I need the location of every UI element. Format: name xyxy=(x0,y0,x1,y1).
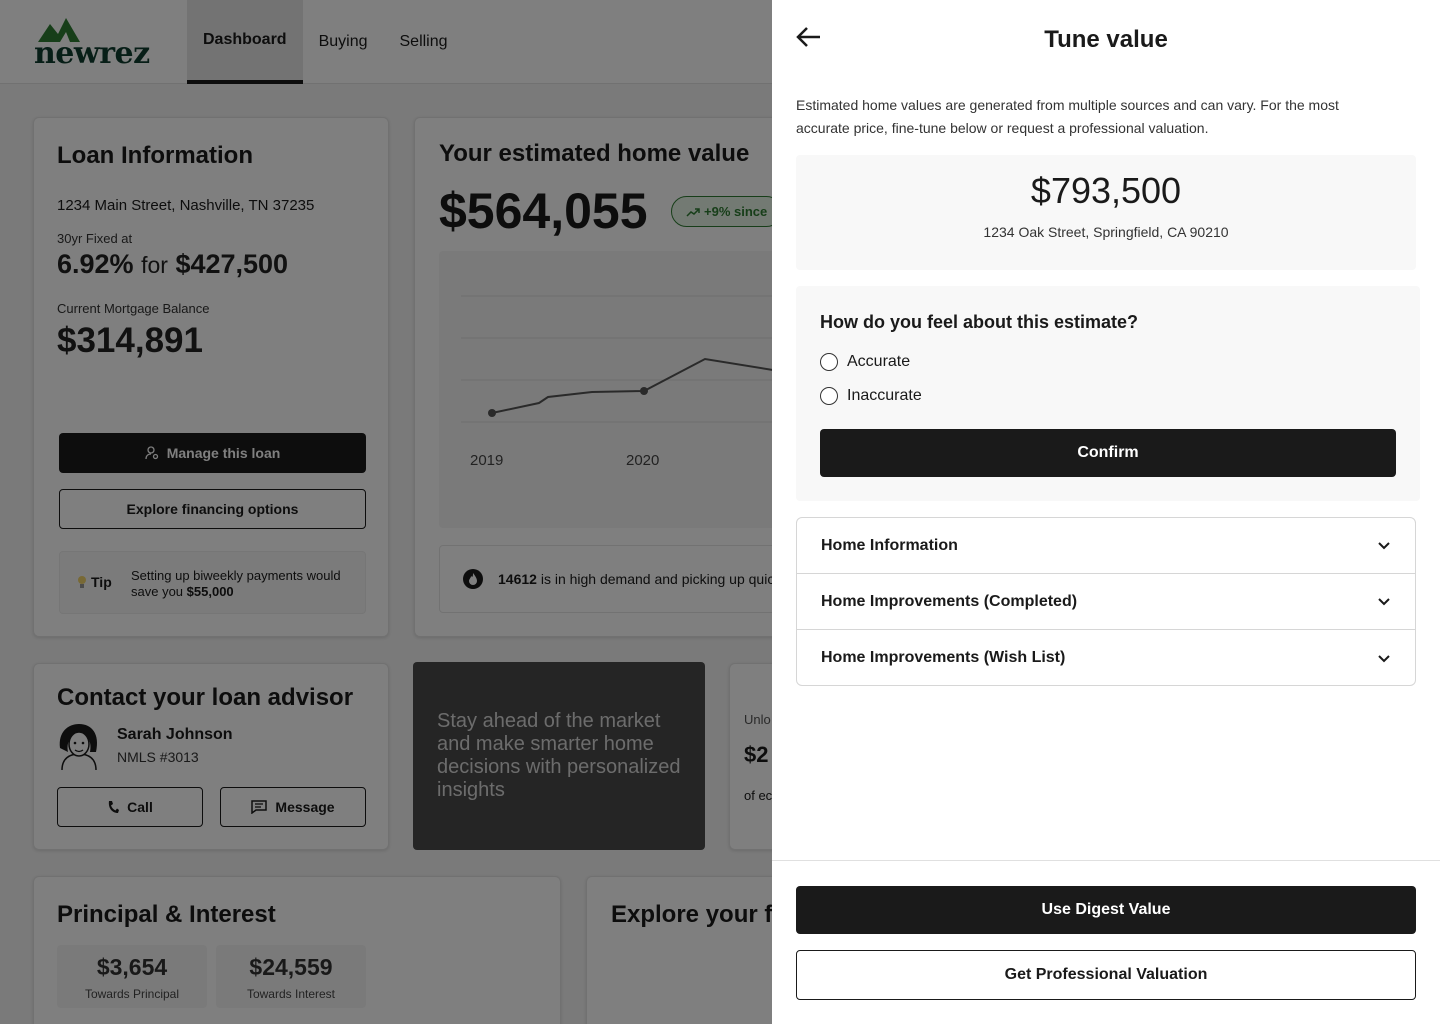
details-accordion: Home Information Home Improvements (Comp… xyxy=(796,517,1416,686)
use-digest-value-button[interactable]: Use Digest Value xyxy=(796,886,1416,934)
chevron-down-icon xyxy=(1378,654,1390,662)
professional-valuation-button[interactable]: Get Professional Valuation xyxy=(796,950,1416,1000)
accordion-label: Home Improvements (Completed) xyxy=(821,592,1078,610)
estimate-feedback-panel: How do you feel about this estimate? Acc… xyxy=(796,286,1420,501)
accordion-label: Home Improvements (Wish List) xyxy=(821,649,1066,666)
tune-value-drawer: Tune value Estimated home values are gen… xyxy=(772,0,1440,1024)
accordion-label: Home Information xyxy=(821,536,958,554)
estimate-value: $793,500 xyxy=(1030,170,1182,211)
option-accurate[interactable]: Accurate xyxy=(820,353,910,371)
chevron-down-icon xyxy=(1378,598,1390,606)
estimate-box: $793,500 1234 Oak Street, Springfield, C… xyxy=(796,155,1416,270)
chevron-down-icon xyxy=(1378,542,1390,550)
inaccurate-radio[interactable] xyxy=(820,387,838,405)
option-inaccurate[interactable]: Inaccurate xyxy=(820,387,922,405)
inaccurate-label: Inaccurate xyxy=(847,387,922,404)
accurate-radio[interactable] xyxy=(820,353,838,371)
accordion-home-information[interactable]: Home Information xyxy=(797,518,1415,574)
confirm-button[interactable]: Confirm xyxy=(820,429,1396,477)
drawer-title: Tune value xyxy=(1044,26,1168,53)
accordion-improvements-wishlist[interactable]: Home Improvements (Wish List) xyxy=(797,630,1415,685)
accordion-improvements-completed[interactable]: Home Improvements (Completed) xyxy=(797,574,1415,630)
drawer-footer: Use Digest Value Get Professional Valuat… xyxy=(772,860,1440,1024)
accurate-label: Accurate xyxy=(847,353,911,370)
drawer-description: Estimated home values are generated from… xyxy=(796,97,1339,136)
estimate-address: 1234 Oak Street, Springfield, CA 90210 xyxy=(983,224,1229,240)
feedback-question: How do you feel about this estimate? xyxy=(820,312,1139,332)
